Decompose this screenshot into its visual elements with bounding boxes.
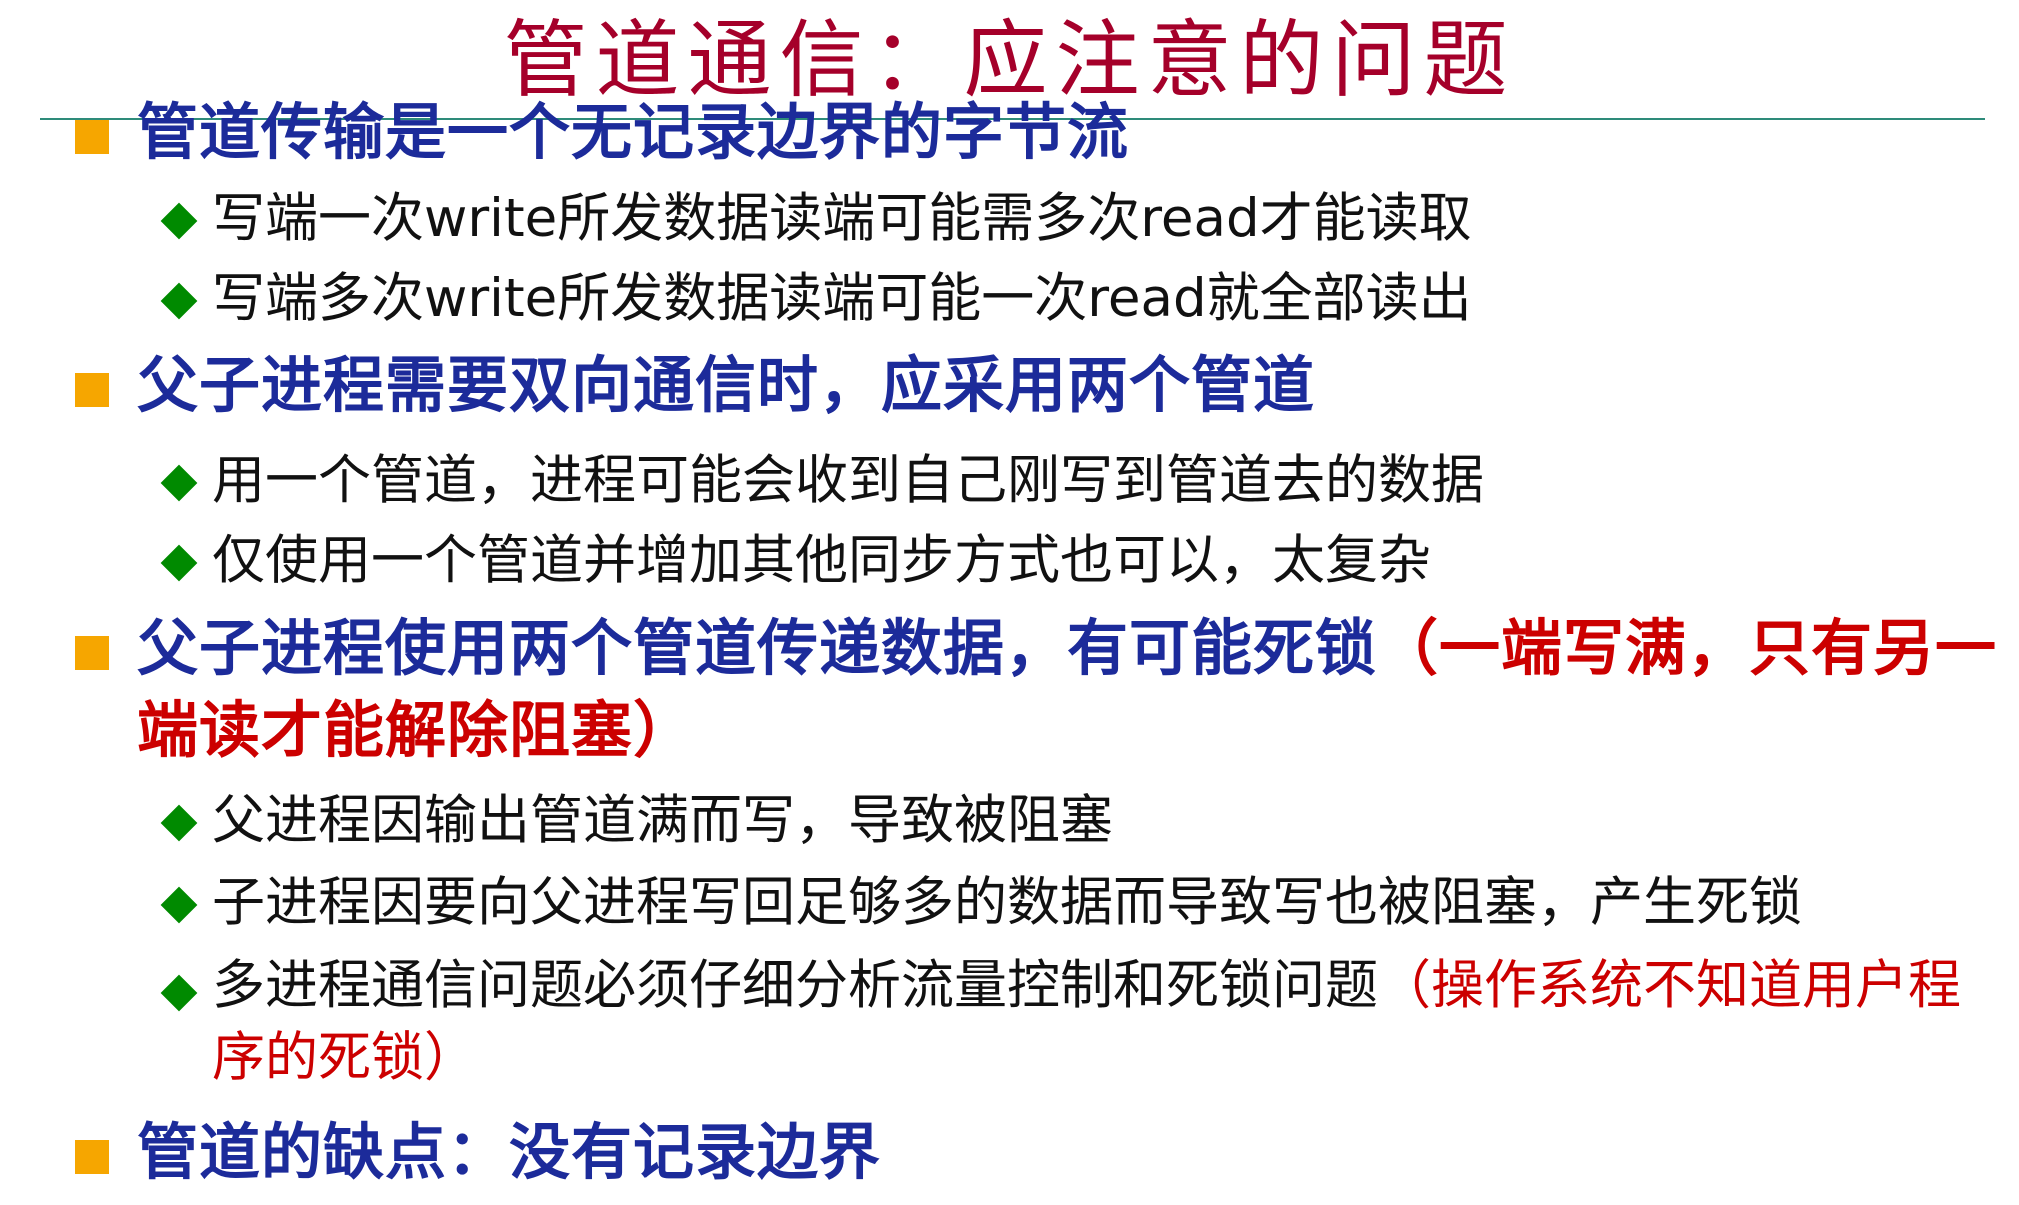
sub-point-3-3-main: 多进程通信问题必须仔细分析流量控制和死锁问题 (212, 955, 1378, 1016)
green-diamond-bullet-icon (160, 282, 198, 320)
bullet-point-1-text: 管道传输是一个无记录边界的字节流 (137, 97, 1130, 168)
green-diamond-bullet-icon (160, 974, 198, 1012)
green-diamond-bullet-icon (160, 464, 198, 502)
sub-point-2-2-text: 仅使用一个管道并增加其他同步方式也可以，太复杂 (212, 530, 1431, 591)
sub-point-3-2-text: 子进程因要向父进程写回足够多的数据而导致写也被阻塞，产生死锁 (212, 872, 1802, 933)
sub-point-2-1-text: 用一个管道，进程可能会收到自己刚写到管道去的数据 (212, 450, 1484, 511)
orange-square-bullet-icon (75, 1140, 109, 1174)
bullet-point-2-text: 父子进程需要双向通信时，应采用两个管道 (137, 350, 1316, 421)
bullet-point-4-text: 管道的缺点：没有记录边界 (137, 1117, 882, 1188)
green-diamond-bullet-icon (160, 804, 198, 842)
orange-square-bullet-icon (75, 373, 109, 407)
green-diamond-bullet-icon (160, 886, 198, 924)
bullet-point-3-text: 父子进程使用两个管道传递数据，有可能死锁（一端写满，只有另一端读才能解除阻塞） (137, 608, 2002, 772)
sub-point-1-1-text: 写端一次write所发数据读端可能需多次read才能读取 (212, 188, 1472, 249)
green-diamond-bullet-icon (160, 544, 198, 582)
green-diamond-bullet-icon (160, 202, 198, 240)
sub-point-3-1-text: 父进程因输出管道满而写，导致被阻塞 (212, 790, 1113, 851)
orange-square-bullet-icon (75, 120, 109, 154)
bullet-point-3-main: 父子进程使用两个管道传递数据，有可能死锁 (137, 613, 1378, 684)
slide-body: 管道传输是一个无记录边界的字节流 写端一次write所发数据读端可能需多次rea… (0, 0, 2019, 1205)
orange-square-bullet-icon (75, 636, 109, 670)
sub-point-1-2-text: 写端多次write所发数据读端可能一次read就全部读出 (212, 268, 1472, 329)
sub-point-3-3-text: 多进程通信问题必须仔细分析流量控制和死锁问题（操作系统不知道用户程序的死锁） (212, 950, 1977, 1094)
